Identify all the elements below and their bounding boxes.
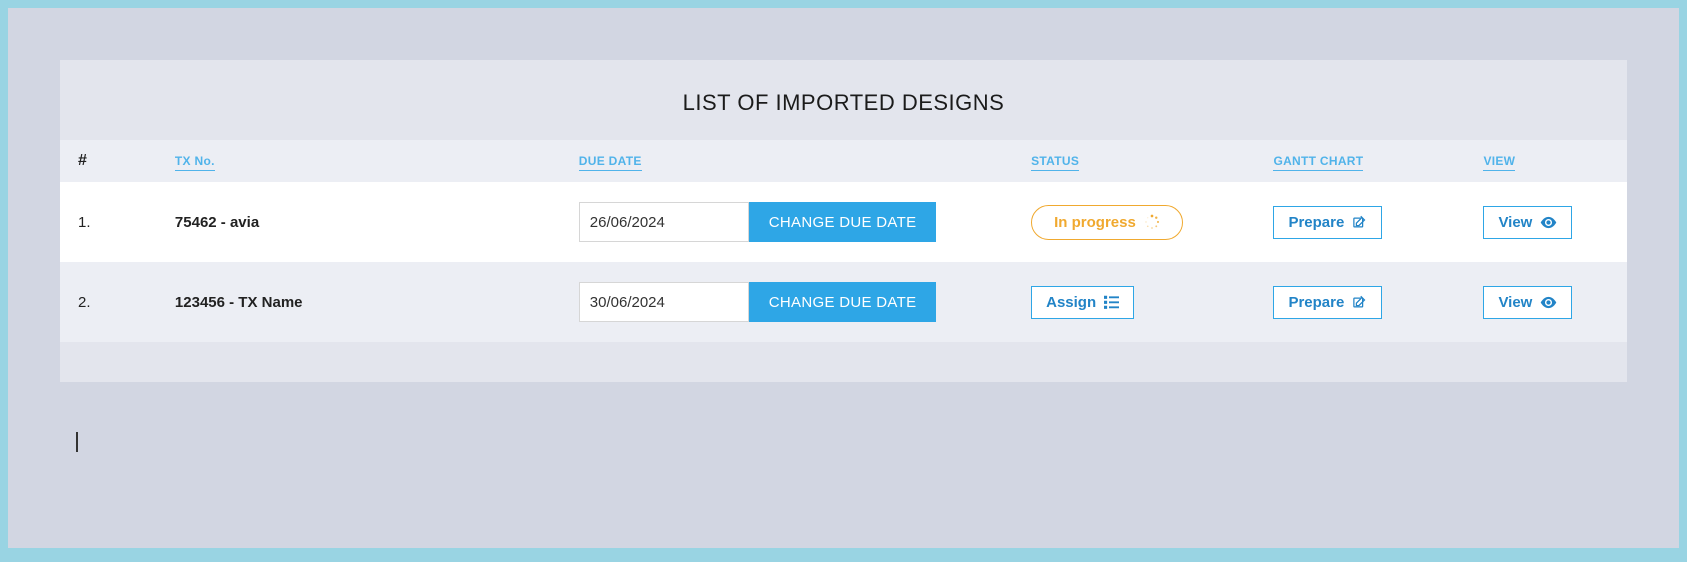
panel-title: LIST OF IMPORTED DESIGNS bbox=[60, 90, 1627, 116]
cell-view: View bbox=[1465, 262, 1627, 342]
prepare-label: Prepare bbox=[1288, 294, 1344, 311]
due-date-input[interactable] bbox=[579, 202, 749, 242]
col-status[interactable]: STATUS bbox=[1013, 140, 1255, 182]
col-view[interactable]: VIEW bbox=[1465, 140, 1627, 182]
cell-due: CHANGE DUE DATE bbox=[561, 182, 1013, 262]
cell-view: View bbox=[1465, 182, 1627, 262]
view-button[interactable]: View bbox=[1483, 206, 1572, 239]
cell-gantt: Prepare bbox=[1255, 182, 1465, 262]
eye-icon bbox=[1540, 216, 1557, 229]
outer-container: LIST OF IMPORTED DESIGNS # TX No. DUE DA… bbox=[8, 8, 1679, 548]
cell-tx: 123456 - TX Name bbox=[157, 262, 561, 342]
spinner-icon bbox=[1144, 214, 1160, 230]
eye-icon bbox=[1540, 296, 1557, 309]
table-row: 1. 75462 - avia CHANGE DUE DATE In progr… bbox=[60, 182, 1627, 262]
view-label: View bbox=[1498, 214, 1532, 231]
edit-icon bbox=[1352, 295, 1367, 310]
edit-icon bbox=[1352, 215, 1367, 230]
header-row: # TX No. DUE DATE STATUS GANTT CHART VIE… bbox=[60, 140, 1627, 182]
col-txno[interactable]: TX No. bbox=[157, 140, 561, 182]
prepare-label: Prepare bbox=[1288, 214, 1344, 231]
status-label: In progress bbox=[1054, 214, 1136, 231]
cell-index: 2. bbox=[60, 262, 157, 342]
status-badge-in-progress: In progress bbox=[1031, 205, 1183, 240]
view-button[interactable]: View bbox=[1483, 286, 1572, 319]
prepare-button[interactable]: Prepare bbox=[1273, 206, 1382, 239]
cell-status: In progress bbox=[1013, 182, 1255, 262]
table-row: 2. 123456 - TX Name CHANGE DUE DATE Assi… bbox=[60, 262, 1627, 342]
designs-table: # TX No. DUE DATE STATUS GANTT CHART VIE… bbox=[60, 140, 1627, 342]
cell-tx: 75462 - avia bbox=[157, 182, 561, 262]
assign-button[interactable]: Assign bbox=[1031, 286, 1134, 319]
cell-index: 1. bbox=[60, 182, 157, 262]
col-index: # bbox=[60, 140, 157, 182]
col-gantt[interactable]: GANTT CHART bbox=[1255, 140, 1465, 182]
change-due-date-button[interactable]: CHANGE DUE DATE bbox=[749, 282, 937, 322]
change-due-date-button[interactable]: CHANGE DUE DATE bbox=[749, 202, 937, 242]
col-duedate[interactable]: DUE DATE bbox=[561, 140, 1013, 182]
cell-due: CHANGE DUE DATE bbox=[561, 262, 1013, 342]
cell-status: Assign bbox=[1013, 262, 1255, 342]
designs-panel: LIST OF IMPORTED DESIGNS # TX No. DUE DA… bbox=[60, 60, 1627, 382]
text-cursor bbox=[76, 432, 78, 452]
list-icon bbox=[1104, 295, 1119, 309]
assign-label: Assign bbox=[1046, 294, 1096, 311]
prepare-button[interactable]: Prepare bbox=[1273, 286, 1382, 319]
due-date-input[interactable] bbox=[579, 282, 749, 322]
cell-gantt: Prepare bbox=[1255, 262, 1465, 342]
view-label: View bbox=[1498, 294, 1532, 311]
